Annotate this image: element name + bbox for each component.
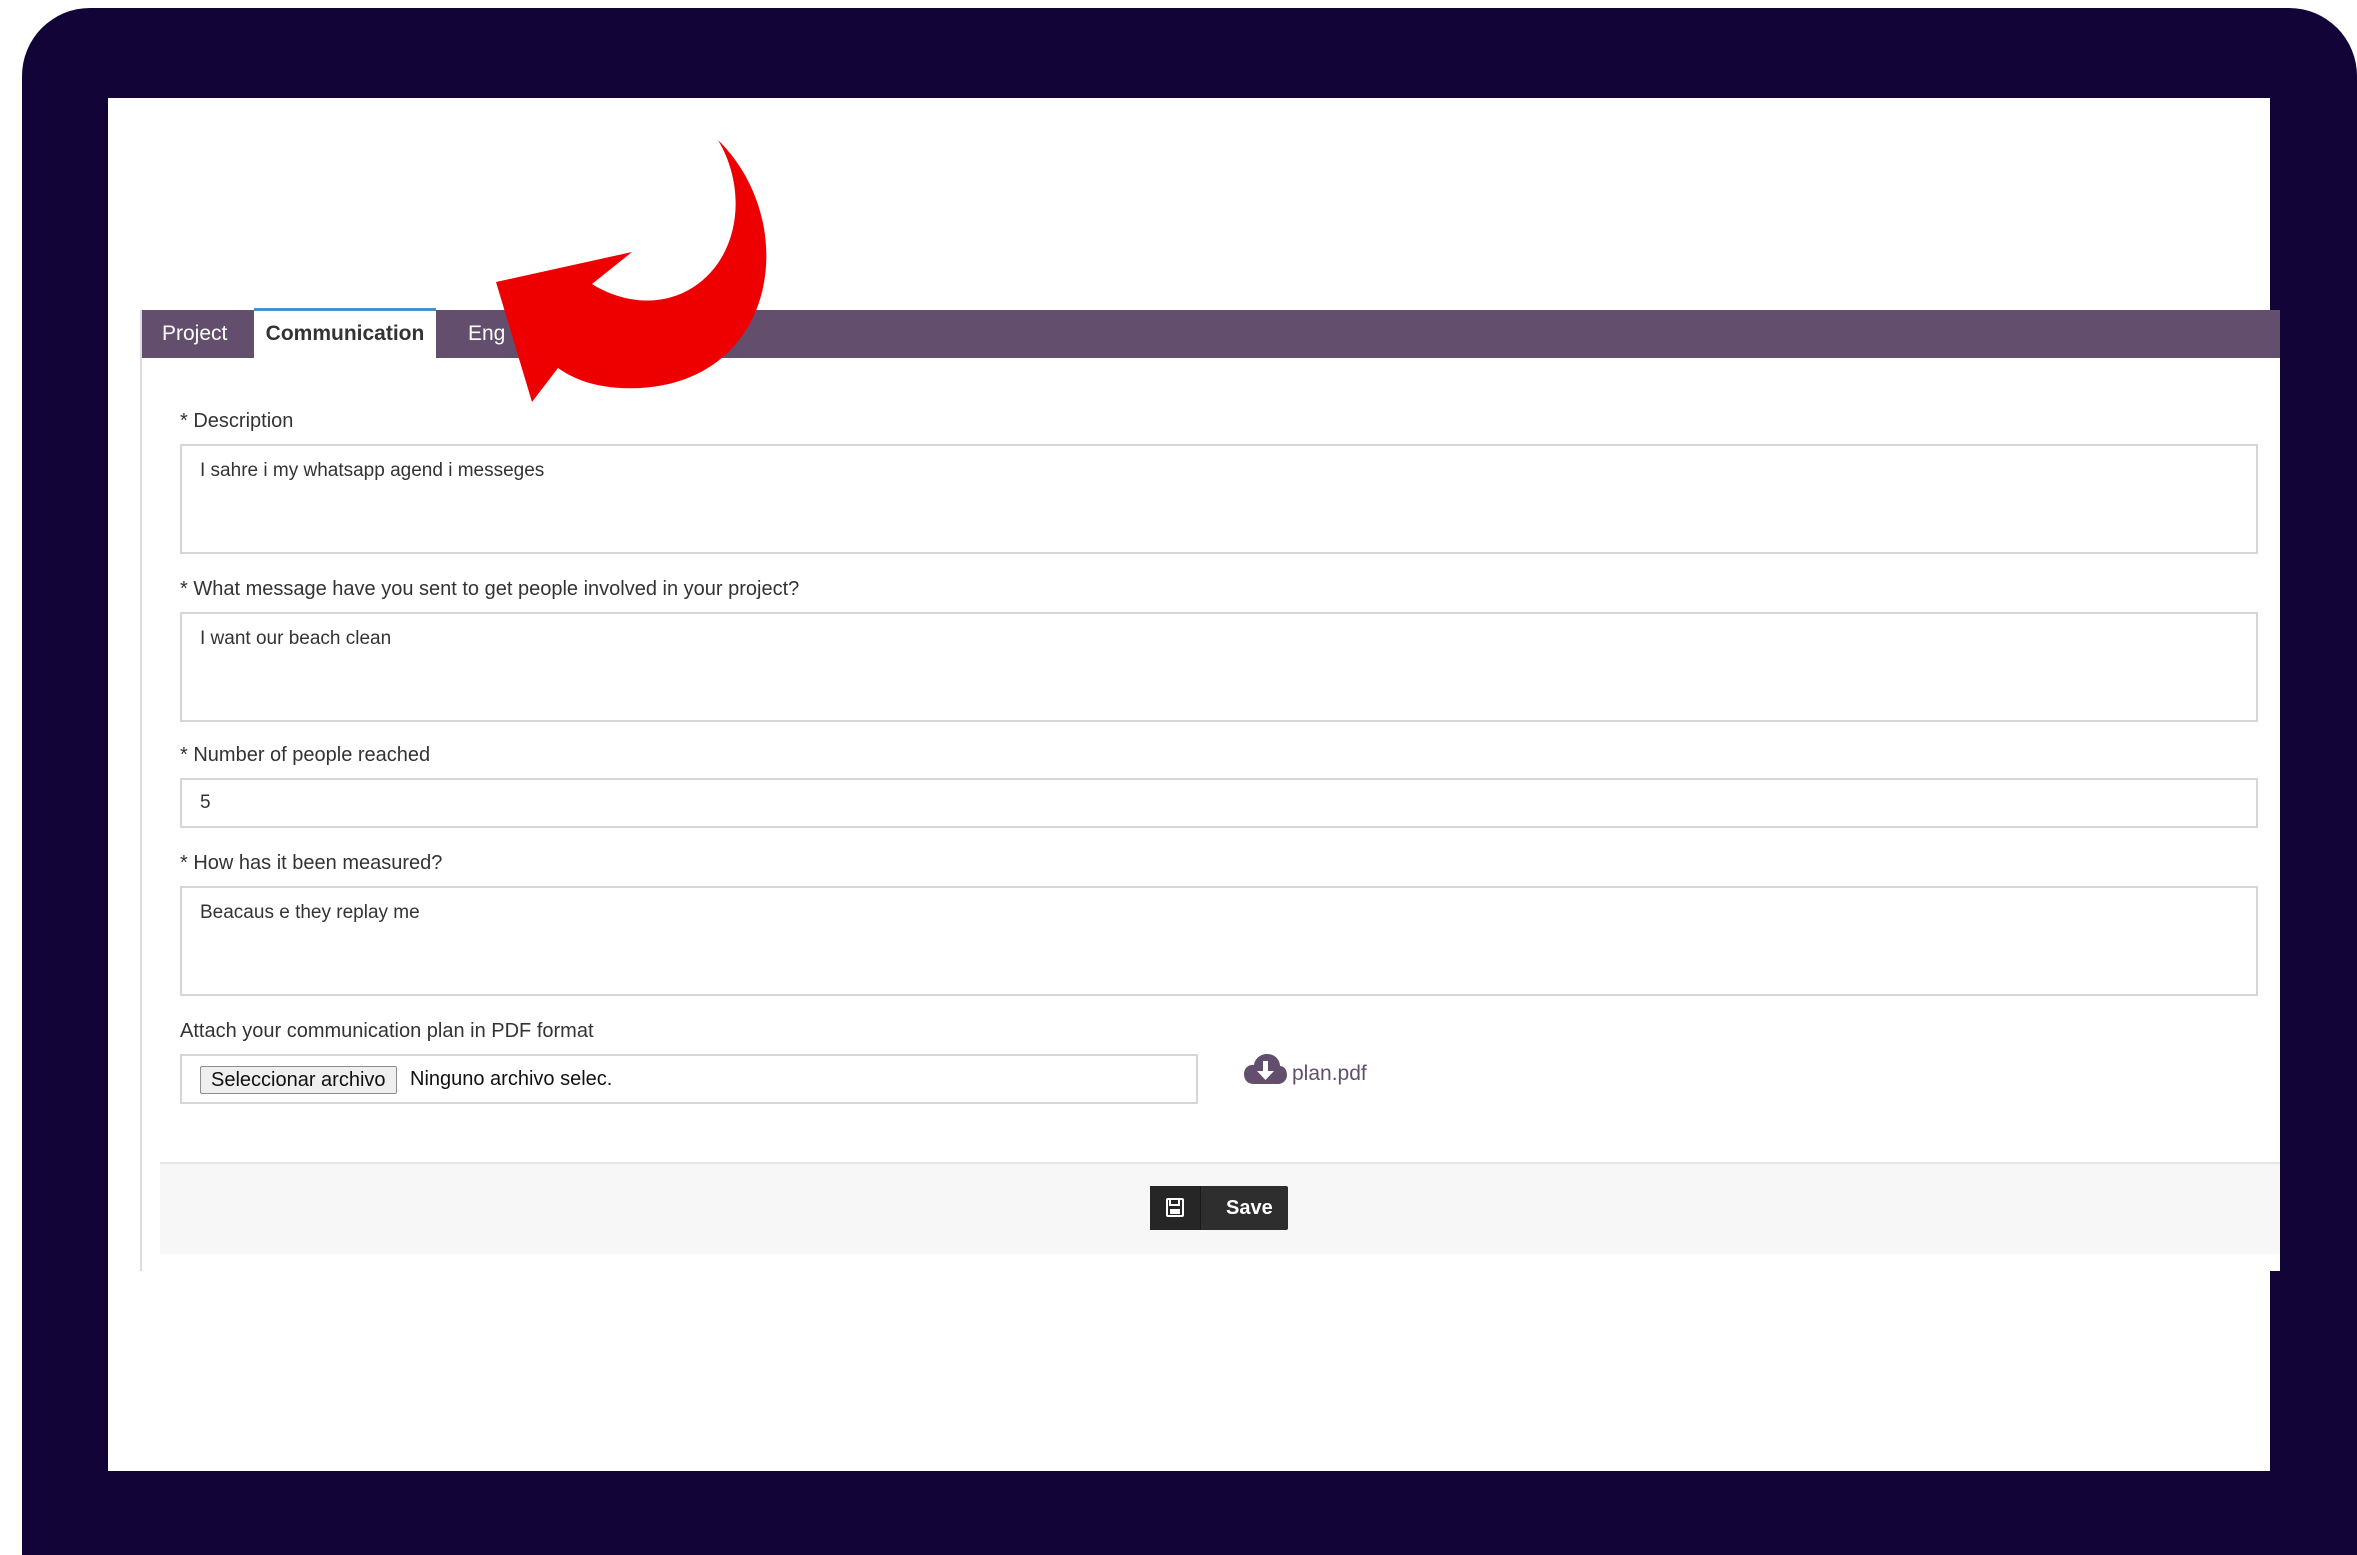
file-status-text: Ninguno archivo selec. bbox=[410, 1068, 613, 1090]
people-reached-label: * Number of people reached bbox=[180, 744, 431, 766]
people-reached-input[interactable]: 5 bbox=[180, 778, 2258, 828]
measured-label: * How has it been measured? bbox=[180, 852, 443, 874]
annotation-arrow-icon bbox=[496, 140, 767, 402]
tab-project[interactable]: Project bbox=[142, 310, 247, 358]
tab-bar: Project Communication Eng bbox=[142, 308, 2280, 361]
message-label: * What message have you sent to get peop… bbox=[180, 578, 800, 600]
save-button[interactable]: Save bbox=[1150, 1186, 1288, 1230]
file-input[interactable]: Seleccionar archivo Ninguno archivo sele… bbox=[180, 1054, 1198, 1104]
attachment-file-name[interactable]: plan.pdf bbox=[1292, 1062, 1367, 1086]
save-button-label: Save bbox=[1226, 1197, 1273, 1219]
attachment-label: Attach your communication plan in PDF fo… bbox=[180, 1020, 594, 1042]
form-panel: Project Communication Eng * Description … bbox=[140, 308, 2280, 1271]
measured-textarea[interactable]: Beacaus e they replay me bbox=[180, 886, 2258, 996]
floppy-disk-icon bbox=[1150, 1186, 1201, 1230]
description-textarea[interactable]: I sahre i my whatsapp agend i messeges bbox=[180, 444, 2258, 554]
message-textarea[interactable]: I want our beach clean bbox=[180, 612, 2258, 722]
tab-communication[interactable]: Communication bbox=[254, 308, 436, 361]
description-label: * Description bbox=[180, 410, 294, 432]
form-footer: Save bbox=[160, 1162, 2280, 1254]
cloud-download-icon bbox=[1242, 1052, 1288, 1094]
choose-file-button[interactable]: Seleccionar archivo bbox=[200, 1066, 397, 1094]
